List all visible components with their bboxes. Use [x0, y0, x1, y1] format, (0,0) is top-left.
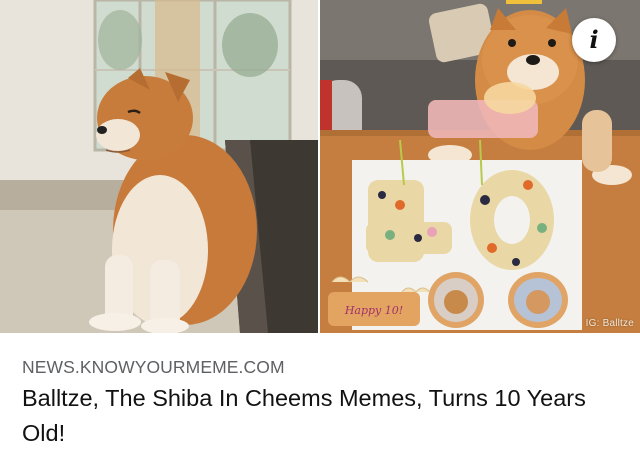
article-text[interactable]: NEWS.KNOWYOURMEME.COM Balltze, The Shiba… — [0, 333, 640, 462]
article-card[interactable]: Happy 10! i IG: Balltze NEWS.KNOWYOURMEM… — [0, 0, 640, 462]
info-button[interactable]: i — [572, 18, 616, 62]
info-icon: i — [589, 25, 599, 54]
left-photo — [0, 0, 318, 333]
left-photo-illustration — [0, 0, 318, 333]
source-domain[interactable]: NEWS.KNOWYOURMEME.COM — [22, 357, 285, 378]
article-headline[interactable]: Balltze, The Shiba In Cheems Memes, Turn… — [22, 381, 622, 451]
article-image[interactable]: Happy 10! i IG: Balltze — [0, 0, 640, 333]
photo-watermark: IG: Balltze — [585, 318, 634, 329]
cookie-text: Happy 10! — [344, 304, 403, 317]
